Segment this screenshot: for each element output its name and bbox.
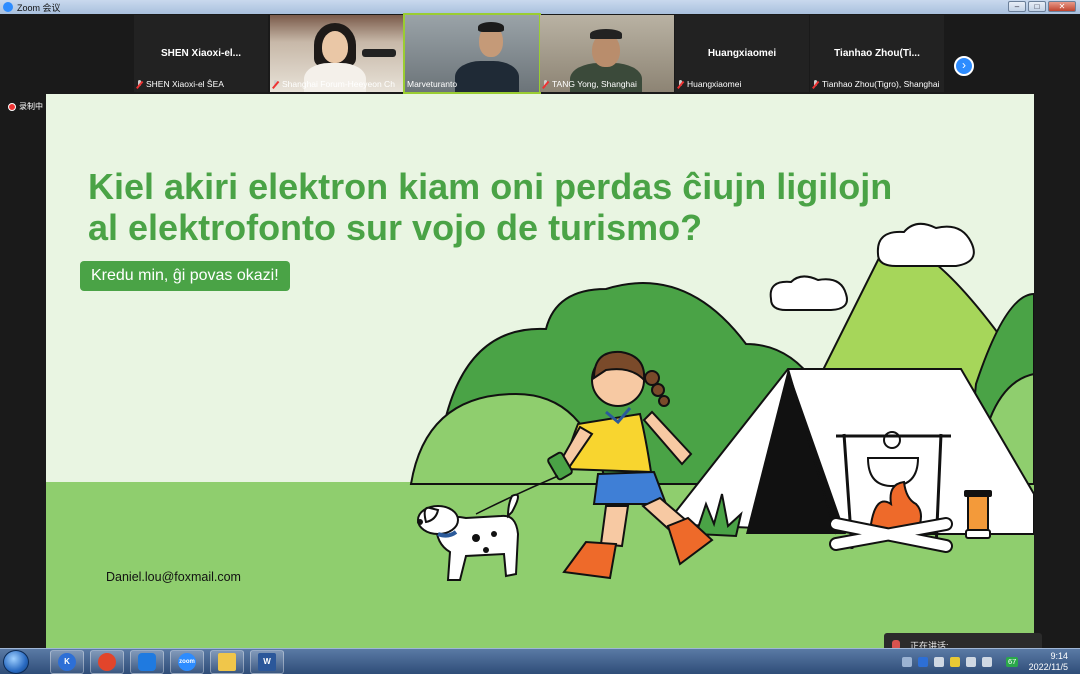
taskbar: K zoom W 9:14 2022/11/5 bbox=[0, 648, 1080, 674]
muted-mic-icon bbox=[677, 79, 684, 89]
participant-name: SHEN Xiaoxi-el... bbox=[160, 48, 242, 59]
tray-badge: 67 bbox=[1006, 657, 1019, 667]
participant-tile-active-speaker[interactable]: Marveturanto bbox=[403, 13, 541, 94]
start-button[interactable] bbox=[3, 650, 29, 674]
meeting-app-icon[interactable] bbox=[130, 650, 164, 674]
participant-label: Marveturanto bbox=[407, 79, 458, 89]
minimize-button[interactable]: – bbox=[1008, 1, 1026, 12]
clock-date: 2022/11/5 bbox=[1028, 662, 1068, 672]
slide-title: Kiel akiri elektron kiam oni perdas ĉiuj… bbox=[88, 166, 893, 248]
participant-label: Tianhao Zhou(Tigro), Shanghai bbox=[822, 79, 940, 89]
participant-tile[interactable]: Huangxiaomei Huangxiaomei bbox=[675, 15, 809, 92]
browser-app-icon[interactable] bbox=[90, 650, 124, 674]
muted-mic-icon bbox=[136, 79, 143, 89]
participant-tile[interactable]: SHEN Xiaoxi-el... SHEN Xiaoxi-el ŜEA bbox=[134, 15, 268, 92]
contact-email: Daniel.lou@foxmail.com bbox=[106, 570, 241, 584]
window-title: Zoom 会议 bbox=[17, 2, 61, 13]
participant-tile[interactable]: Shanghai Forum-Heeyeon Ch bbox=[270, 15, 404, 92]
explorer-app-icon[interactable] bbox=[210, 650, 244, 674]
zoom-logo-icon bbox=[3, 2, 13, 12]
window-controls: – □ ✕ bbox=[1008, 1, 1076, 12]
network-icon[interactable] bbox=[902, 657, 912, 667]
participant-name: Tianhao Zhou(Ti... bbox=[834, 48, 920, 59]
record-icon bbox=[8, 102, 16, 111]
volume-icon[interactable] bbox=[966, 657, 976, 667]
participant-tile[interactable]: Tianhao Zhou(Ti... Tianhao Zhou(Tigro), … bbox=[810, 15, 944, 92]
window-titlebar: Zoom 会议 – □ ✕ bbox=[0, 0, 1080, 14]
participant-label: Huangxiaomei bbox=[687, 79, 742, 89]
participant-label: SHEN Xiaoxi-el ŜEA bbox=[146, 79, 224, 89]
kuaiwen-app-icon[interactable]: K bbox=[50, 650, 84, 674]
participant-strip: SHEN Xiaoxi-el... SHEN Xiaoxi-el ŜEA Sha… bbox=[0, 13, 1080, 94]
recording-label: 录制中 bbox=[19, 102, 43, 111]
chevron-right-icon[interactable]: › bbox=[954, 56, 974, 76]
muted-mic-icon bbox=[542, 79, 549, 89]
maximize-button[interactable]: □ bbox=[1028, 1, 1046, 12]
system-tray: 9:14 2022/11/5 bbox=[890, 649, 1080, 674]
clock-time: 9:14 bbox=[1050, 651, 1068, 661]
participant-label: TANG Yong, Shanghai bbox=[552, 79, 637, 89]
sync-icon[interactable] bbox=[934, 657, 944, 667]
security-icon[interactable] bbox=[950, 657, 960, 667]
help-icon[interactable] bbox=[918, 657, 928, 667]
muted-mic-icon bbox=[272, 79, 279, 89]
close-button[interactable]: ✕ bbox=[1048, 1, 1076, 12]
participant-tile[interactable]: TANG Yong, Shanghai bbox=[540, 15, 674, 92]
muted-mic-icon bbox=[812, 79, 819, 89]
slide-callout-button: Kredu min, ĝi povas okazi! bbox=[80, 261, 290, 291]
participant-label: Shanghai Forum-Heeyeon Ch bbox=[282, 79, 395, 89]
zoom-app-icon[interactable]: zoom bbox=[170, 650, 204, 674]
participant-name: Huangxiaomei bbox=[707, 48, 777, 59]
clock[interactable]: 9:14 2022/11/5 bbox=[1029, 651, 1068, 673]
display-icon[interactable] bbox=[982, 657, 992, 667]
recording-indicator[interactable]: 录制中 bbox=[8, 101, 43, 112]
shared-screen-slide: Kiel akiri elektron kiam oni perdas ĉiuj… bbox=[46, 94, 1034, 649]
word-app-icon[interactable]: W bbox=[250, 650, 284, 674]
